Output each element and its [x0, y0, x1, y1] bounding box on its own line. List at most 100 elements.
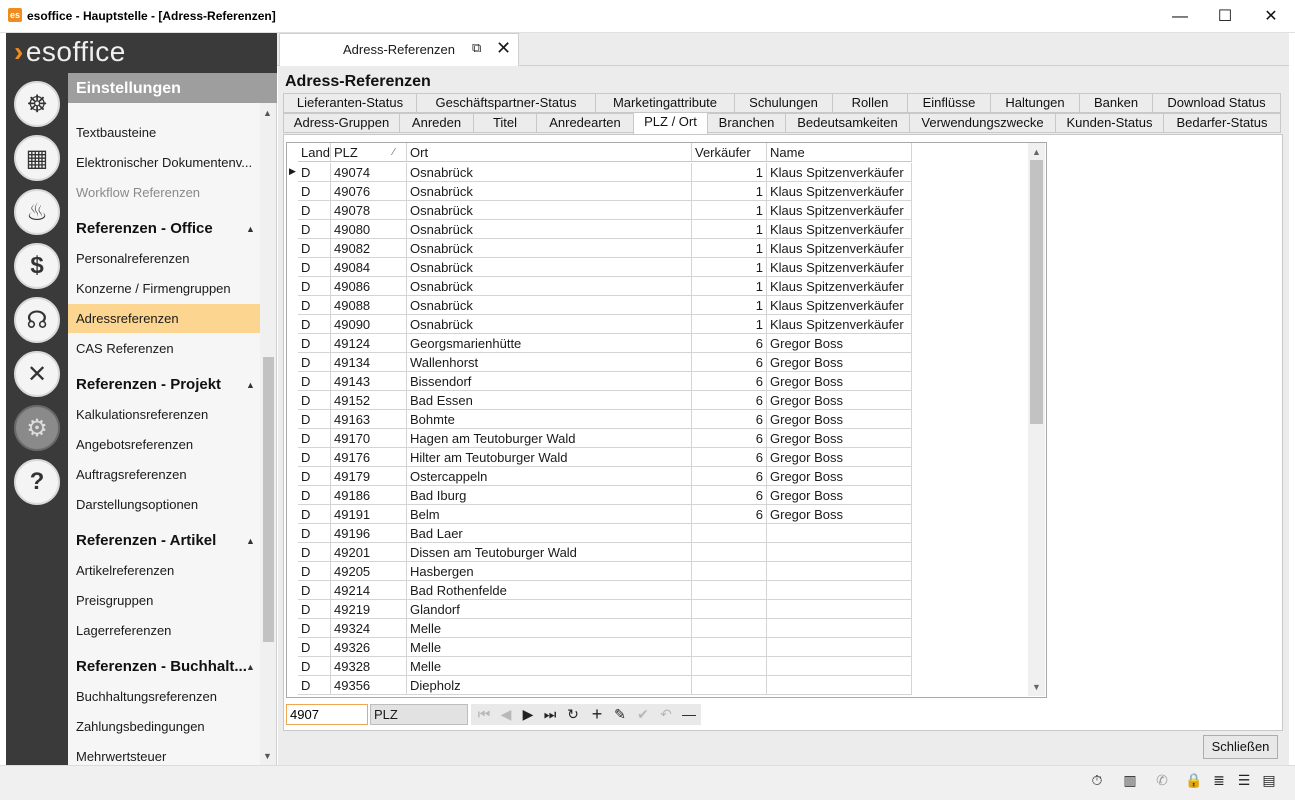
cell-plz[interactable]: 49328	[331, 657, 407, 676]
cell-name[interactable]: Klaus Spitzenverkäufer	[767, 315, 912, 334]
cell-plz[interactable]: 49196	[331, 524, 407, 543]
nav-group-artikel[interactable]: Referenzen - Artikel	[76, 532, 216, 549]
first-record-icon[interactable]: ⏮	[473, 704, 495, 725]
add-record-icon[interactable]: +	[586, 704, 608, 725]
cell-verkaeufer[interactable]: 1	[692, 239, 767, 258]
cell-land[interactable]: D	[298, 676, 331, 695]
cell-ort[interactable]: Wallenhorst	[407, 353, 692, 372]
cell-verkaeufer[interactable]: 1	[692, 315, 767, 334]
cell-name[interactable]	[767, 619, 912, 638]
table-row[interactable]: D 49201 Dissen am Teutoburger Wald	[298, 543, 912, 562]
last-record-icon[interactable]: ⏭	[539, 704, 561, 725]
table-row[interactable]: D 49134 Wallenhorst 6 Gregor Boss	[298, 353, 912, 372]
cell-name[interactable]: Gregor Boss	[767, 372, 912, 391]
cell-verkaeufer[interactable]: 6	[692, 486, 767, 505]
cell-ort[interactable]: Hagen am Teutoburger Wald	[407, 429, 692, 448]
cell-plz[interactable]: 49186	[331, 486, 407, 505]
nav-scroll-up-icon[interactable]: ▲	[263, 108, 272, 118]
table-row[interactable]: D 49090 Osnabrück 1 Klaus Spitzenverkäufer	[298, 315, 912, 334]
cell-land[interactable]: D	[298, 391, 331, 410]
document-tab-label[interactable]: Adress-Referenzen	[343, 42, 455, 57]
cell-plz[interactable]: 49143	[331, 372, 407, 391]
cell-verkaeufer[interactable]: 6	[692, 429, 767, 448]
cell-plz[interactable]: 49356	[331, 676, 407, 695]
cell-verkaeufer[interactable]	[692, 562, 767, 581]
cell-verkaeufer[interactable]: 6	[692, 410, 767, 429]
cell-name[interactable]: Gregor Boss	[767, 410, 912, 429]
table-row[interactable]: D 49219 Glandorf	[298, 600, 912, 619]
cell-verkaeufer[interactable]: 1	[692, 220, 767, 239]
cell-land[interactable]: D	[298, 296, 331, 315]
tab-branchen[interactable]: Branchen	[707, 113, 786, 133]
cell-verkaeufer[interactable]: 6	[692, 353, 767, 372]
tools-icon[interactable]: ✕	[14, 351, 60, 397]
cell-name[interactable]: Gregor Boss	[767, 353, 912, 372]
cell-land[interactable]: D	[298, 334, 331, 353]
cell-plz[interactable]: 49163	[331, 410, 407, 429]
cell-land[interactable]: D	[298, 239, 331, 258]
nav-item-cas-referenzen[interactable]: CAS Referenzen	[76, 341, 174, 356]
cell-name[interactable]: Klaus Spitzenverkäufer	[767, 182, 912, 201]
cell-land[interactable]: D	[298, 201, 331, 220]
next-record-icon[interactable]: ▶	[517, 704, 539, 725]
cell-land[interactable]: D	[298, 657, 331, 676]
column-header-land[interactable]: Land	[298, 143, 331, 162]
cell-ort[interactable]: Melle	[407, 657, 692, 676]
cell-verkaeufer[interactable]: 1	[692, 201, 767, 220]
cell-name[interactable]	[767, 562, 912, 581]
nav-item-buchhaltungsreferenzen[interactable]: Buchhaltungsreferenzen	[76, 689, 217, 704]
delete-record-icon[interactable]: —	[678, 704, 700, 725]
table-row[interactable]: D 49328 Melle	[298, 657, 912, 676]
cell-land[interactable]: D	[298, 220, 331, 239]
lock-icon[interactable]: 🔒	[1183, 770, 1205, 790]
grid-scroll-up-icon[interactable]: ▲	[1032, 147, 1041, 157]
table-row[interactable]: D 49186 Bad Iburg 6 Gregor Boss	[298, 486, 912, 505]
cell-land[interactable]: D	[298, 258, 331, 277]
nav-item-artikelreferenzen[interactable]: Artikelreferenzen	[76, 563, 174, 578]
cell-plz[interactable]: 49080	[331, 220, 407, 239]
cell-verkaeufer[interactable]	[692, 657, 767, 676]
cell-plz[interactable]: 49134	[331, 353, 407, 372]
cell-land[interactable]: D	[298, 619, 331, 638]
cell-land[interactable]: D	[298, 163, 331, 182]
cell-ort[interactable]: Osnabrück	[407, 201, 692, 220]
tab-download-status[interactable]: Download Status	[1152, 93, 1281, 113]
cell-verkaeufer[interactable]	[692, 581, 767, 600]
nav-item-adressreferenzen[interactable]: Adressreferenzen	[76, 311, 179, 326]
cell-land[interactable]: D	[298, 638, 331, 657]
nav-item-konzerne[interactable]: Konzerne / Firmengruppen	[76, 281, 231, 296]
cell-plz[interactable]: 49078	[331, 201, 407, 220]
cell-land[interactable]: D	[298, 600, 331, 619]
cell-ort[interactable]: Bissendorf	[407, 372, 692, 391]
cell-verkaeufer[interactable]	[692, 600, 767, 619]
cell-plz[interactable]: 49090	[331, 315, 407, 334]
tab-verwendungszwecke[interactable]: Verwendungszwecke	[909, 113, 1056, 133]
cell-name[interactable]: Klaus Spitzenverkäufer	[767, 163, 912, 182]
cell-name[interactable]: Klaus Spitzenverkäufer	[767, 220, 912, 239]
cell-verkaeufer[interactable]: 1	[692, 277, 767, 296]
cell-plz[interactable]: 49124	[331, 334, 407, 353]
external-window-icon[interactable]: ⧉	[472, 40, 481, 56]
cell-verkaeufer[interactable]: 1	[692, 258, 767, 277]
cell-verkaeufer[interactable]	[692, 524, 767, 543]
cell-plz[interactable]: 49084	[331, 258, 407, 277]
tab-kunden-status[interactable]: Kunden-Status	[1055, 113, 1164, 133]
cell-name[interactable]: Klaus Spitzenverkäufer	[767, 277, 912, 296]
cell-verkaeufer[interactable]	[692, 543, 767, 562]
cell-verkaeufer[interactable]: 1	[692, 182, 767, 201]
cell-land[interactable]: D	[298, 372, 331, 391]
search-input[interactable]	[286, 704, 368, 725]
calculator-icon[interactable]: ▦	[14, 135, 60, 181]
cell-ort[interactable]: Bad Essen	[407, 391, 692, 410]
cell-land[interactable]: D	[298, 182, 331, 201]
cell-land[interactable]: D	[298, 429, 331, 448]
nav-scroll-down-icon[interactable]: ▼	[263, 751, 272, 761]
cell-name[interactable]: Gregor Boss	[767, 429, 912, 448]
cell-verkaeufer[interactable]	[692, 638, 767, 657]
cell-name[interactable]: Klaus Spitzenverkäufer	[767, 258, 912, 277]
cell-plz[interactable]: 49219	[331, 600, 407, 619]
building-icon[interactable]: ▥	[1119, 770, 1141, 790]
cell-verkaeufer[interactable]: 1	[692, 163, 767, 182]
cell-ort[interactable]: Hilter am Teutoburger Wald	[407, 448, 692, 467]
cell-land[interactable]: D	[298, 581, 331, 600]
